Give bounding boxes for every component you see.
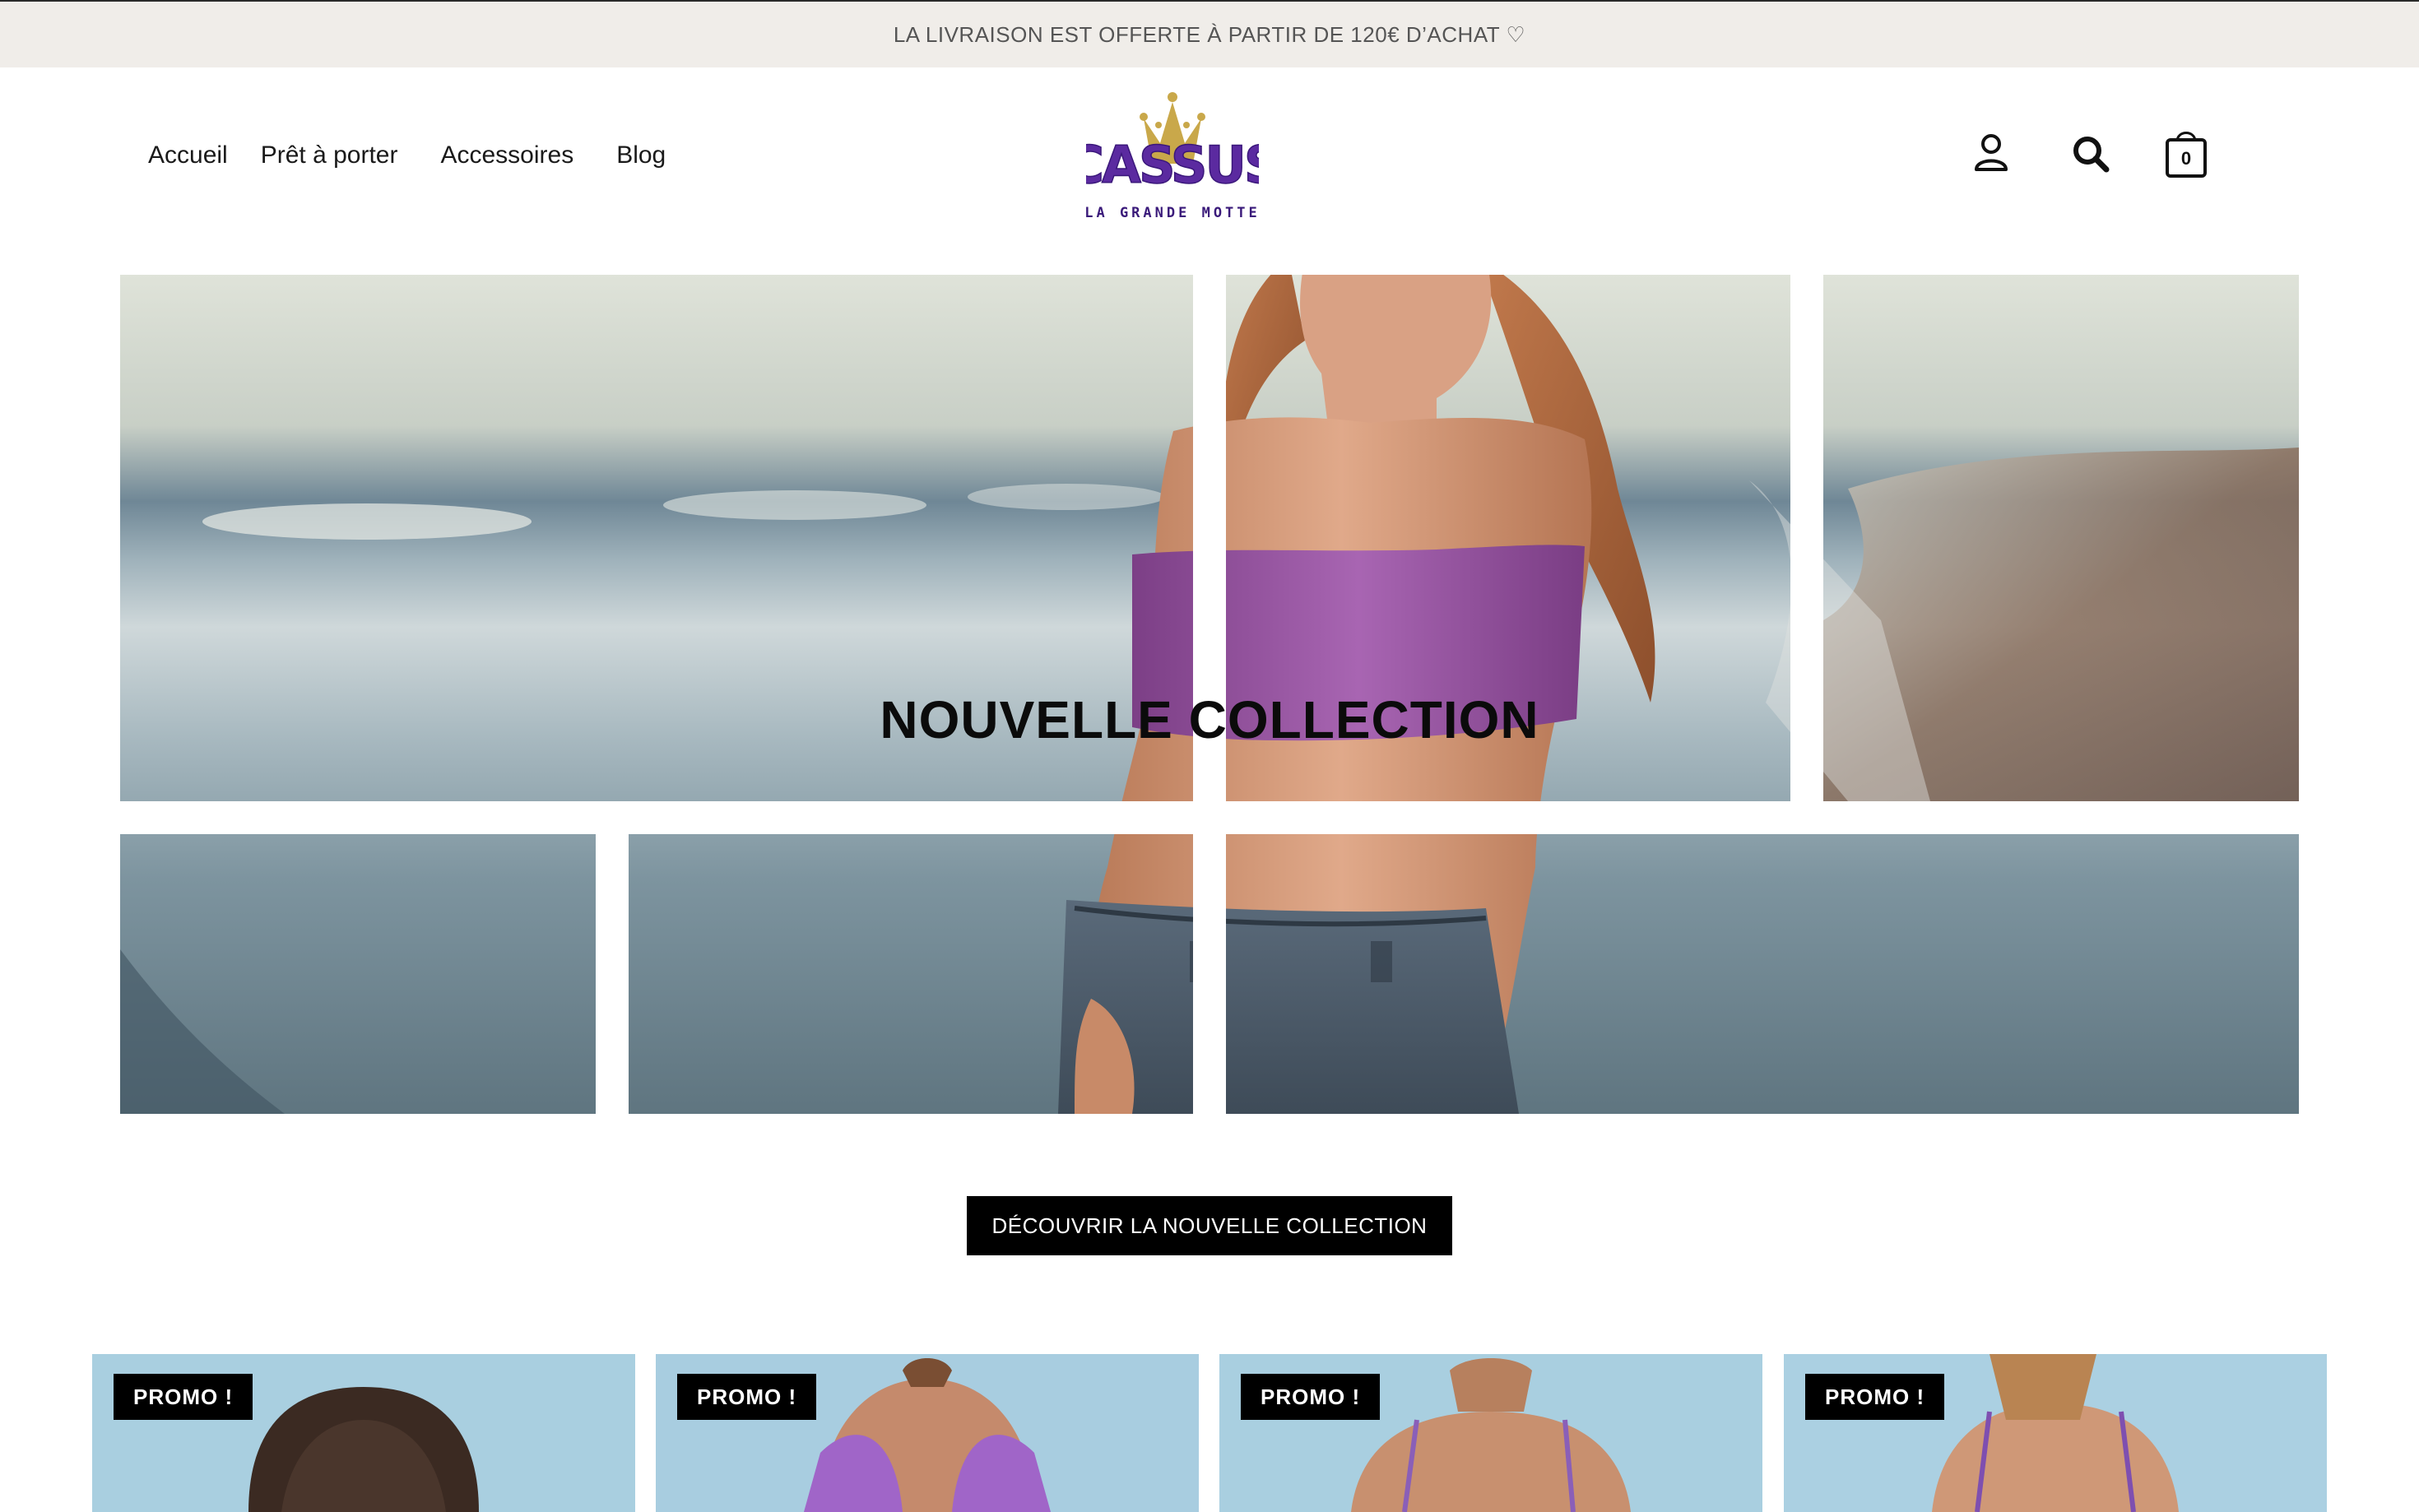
product-grid: PROMO ! PROMO ! PROMO ! PROMO ! — [92, 1354, 2327, 1512]
brand-logo[interactable]: CASSUS LA GRANDE MOTTE — [1066, 86, 1281, 225]
discover-collection-button[interactable]: DÉCOUVRIR LA NOUVELLE COLLECTION — [967, 1196, 1452, 1255]
logo-wordmark: CASSUS — [1086, 135, 1259, 195]
nav-item-blog[interactable]: Blog — [616, 141, 666, 169]
promo-badge: PROMO ! — [1805, 1374, 1945, 1420]
search-icon[interactable] — [2072, 135, 2110, 173]
hero-title: NOUVELLE COLLECTION — [880, 690, 1539, 749]
promo-badge: PROMO ! — [677, 1374, 817, 1420]
promo-badge: PROMO ! — [114, 1374, 253, 1420]
product-card[interactable]: PROMO ! — [1219, 1354, 1762, 1512]
nav-item-pret-a-porter[interactable]: Prêt à porter — [261, 141, 398, 169]
cart-count-badge: 0 — [2180, 148, 2192, 169]
announcement-text: LA LIVRAISON EST OFFERTE À PARTIR DE 120… — [893, 21, 1526, 47]
promo-badge: PROMO ! — [1241, 1374, 1381, 1420]
product-card[interactable]: PROMO ! — [656, 1354, 1199, 1512]
user-icon[interactable] — [1973, 133, 2009, 173]
main-nav: Accueil Prêt à porter Accessoires Blog — [148, 137, 666, 174]
announcement-bar: LA LIVRAISON EST OFFERTE À PARTIR DE 120… — [0, 0, 2419, 67]
logo-tagline: LA GRANDE MOTTE — [1086, 205, 1259, 221]
nav-item-accessoires[interactable]: Accessoires — [440, 141, 573, 169]
brand-logo-image: CASSUS LA GRANDE MOTTE — [1066, 92, 1281, 221]
product-card[interactable]: PROMO ! — [1784, 1354, 2327, 1512]
nav-item-accueil[interactable]: Accueil — [148, 141, 228, 169]
product-card[interactable]: PROMO ! — [92, 1354, 635, 1512]
